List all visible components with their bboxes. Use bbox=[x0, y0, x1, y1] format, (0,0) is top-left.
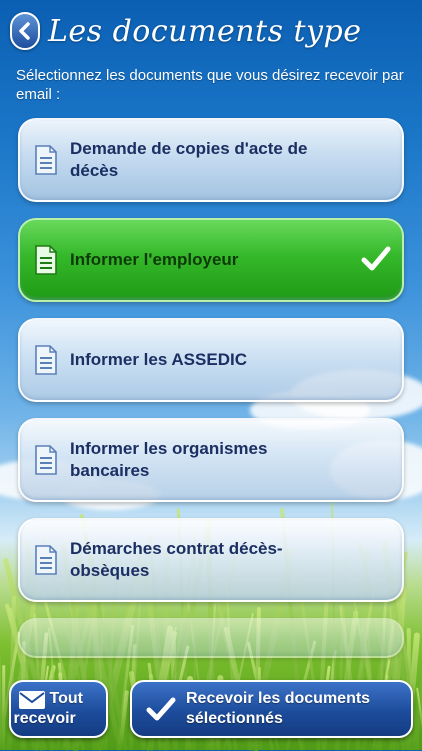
footer-toolbar: Tout recevoir Recevoir les documents sél… bbox=[0, 674, 422, 750]
document-item-employeur[interactable]: Informer l'employeur bbox=[18, 218, 404, 302]
chevron-left-icon bbox=[18, 22, 32, 40]
document-item-label: Informer l'employeur bbox=[70, 249, 350, 271]
document-item-label: Informer les ASSEDIC bbox=[70, 349, 350, 371]
checkmark-icon bbox=[146, 696, 176, 722]
header: Les documents type bbox=[0, 0, 422, 66]
document-item-obseques[interactable]: Démarches contrat décès-obsèques bbox=[18, 518, 404, 602]
document-icon bbox=[34, 145, 58, 175]
document-icon bbox=[34, 545, 58, 575]
document-item-bancaires[interactable]: Informer les organismes bancaires bbox=[18, 418, 404, 502]
document-item-assedic[interactable]: Informer les ASSEDIC bbox=[18, 318, 404, 402]
document-item-label: Demande de copies d'acte de décès bbox=[70, 138, 350, 182]
document-item-label: Informer les organismes bancaires bbox=[70, 438, 350, 482]
intro-text: Sélectionnez les documents que vous dési… bbox=[16, 66, 411, 104]
document-icon bbox=[34, 245, 58, 275]
receive-selected-label: Recevoir les documents sélectionnés bbox=[186, 689, 406, 729]
checkmark-icon bbox=[360, 244, 392, 274]
receive-all-label: Tout recevoir bbox=[14, 689, 104, 729]
back-button[interactable] bbox=[10, 12, 40, 50]
document-item-label: Démarches contrat décès-obsèques bbox=[70, 538, 350, 582]
document-item-acte-deces[interactable]: Demande de copies d'acte de décès bbox=[18, 118, 404, 202]
document-item-partial[interactable] bbox=[18, 618, 404, 658]
receive-selected-button[interactable]: Recevoir les documents sélectionnés bbox=[130, 680, 413, 738]
document-icon bbox=[34, 345, 58, 375]
receive-all-button[interactable]: Tout recevoir bbox=[9, 680, 108, 738]
document-icon bbox=[34, 445, 58, 475]
page-title: Les documents type bbox=[48, 14, 361, 49]
